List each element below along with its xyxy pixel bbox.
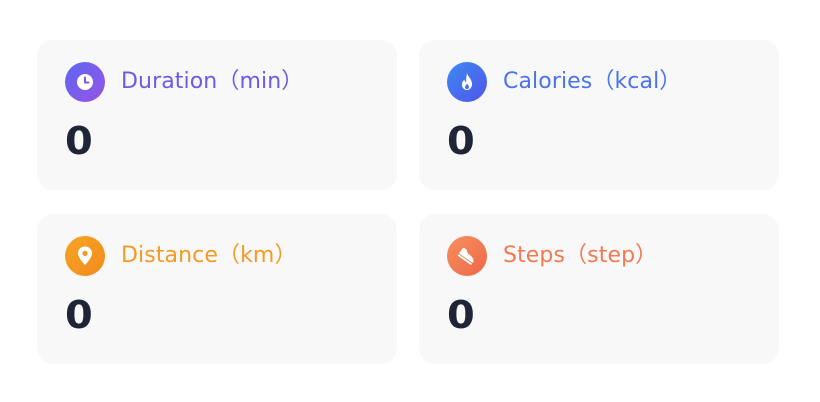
calories-header: Calories（kcal）	[447, 62, 681, 102]
calories-label: Calories（kcal）	[503, 69, 682, 94]
distance-header: Distance（km）	[65, 236, 297, 276]
flame-icon	[447, 62, 487, 102]
duration-header: Duration（min）	[65, 62, 303, 102]
duration-card: Duration（min） 0	[37, 40, 397, 190]
shoe-icon	[447, 236, 487, 276]
distance-label: Distance（km）	[121, 243, 297, 268]
clock-icon	[65, 62, 105, 102]
steps-card: Steps（step） 0	[419, 214, 779, 364]
calories-card: Calories（kcal） 0	[419, 40, 779, 190]
calories-value: 0	[447, 119, 475, 163]
duration-label: Duration（min）	[121, 69, 304, 94]
steps-label: Steps（step）	[503, 243, 658, 268]
duration-value: 0	[65, 119, 93, 163]
distance-card: Distance（km） 0	[37, 214, 397, 364]
location-pin-icon	[65, 236, 105, 276]
distance-value: 0	[65, 293, 93, 337]
steps-header: Steps（step）	[447, 236, 657, 276]
steps-value: 0	[447, 293, 475, 337]
